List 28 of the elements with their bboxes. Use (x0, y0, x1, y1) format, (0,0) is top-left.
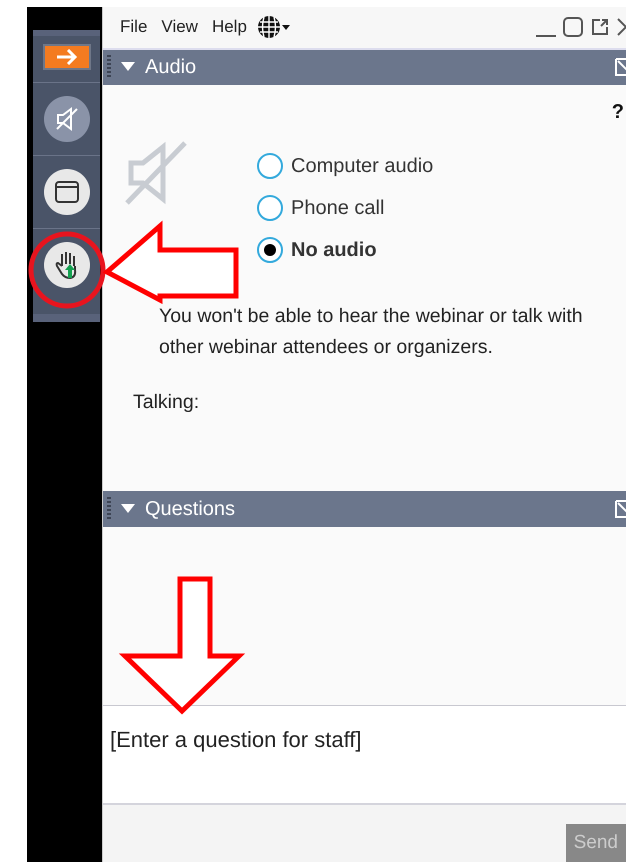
audio-header[interactable]: Audio (103, 50, 626, 86)
collapse-icon[interactable] (121, 504, 135, 514)
grip-icon[interactable] (107, 55, 111, 80)
radio-option[interactable]: Computer audio (257, 153, 434, 180)
audio-note: You won't be able to hear the webinar or talk with other webinar attendees or organizers. (159, 304, 584, 360)
window-icon (54, 180, 80, 204)
muted-speaker-icon (54, 106, 80, 132)
help-link[interactable]: ? (612, 101, 624, 124)
window-button[interactable] (44, 169, 90, 215)
raise-hand-button[interactable] (44, 242, 90, 288)
menu-item[interactable]: File (115, 17, 152, 38)
radio-option[interactable]: No audio (257, 237, 434, 264)
arrow-button[interactable] (42, 44, 90, 70)
section-title: Audio (145, 56, 196, 79)
mute-button[interactable] (44, 96, 90, 142)
question-input[interactable]: [Enter a question for staff] (103, 706, 626, 803)
language-globe-icon[interactable] (256, 14, 290, 40)
menu-item[interactable]: View (156, 17, 203, 38)
maximize-icon[interactable] (562, 16, 584, 38)
popout-icon[interactable] (590, 17, 610, 38)
collapse-icon[interactable] (121, 62, 135, 72)
grip-icon[interactable] (107, 497, 111, 522)
talking-label: Talking: (133, 391, 200, 414)
radio-option[interactable]: Phone call (257, 195, 434, 222)
questions-header[interactable]: Questions (103, 491, 626, 527)
menu-item[interactable]: Help (206, 17, 252, 38)
right-arrow-icon (56, 49, 78, 65)
section-title: Questions (145, 498, 236, 521)
